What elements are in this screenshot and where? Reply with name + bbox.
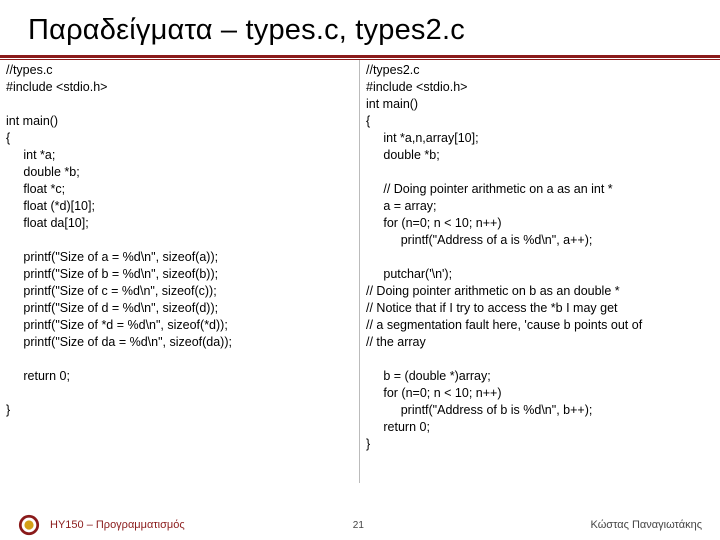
code-columns: //types.c #include <stdio.h> int main() …: [0, 60, 720, 483]
slide-title: Παραδείγματα – types.c, types2.c: [0, 0, 720, 55]
left-code-block: //types.c #include <stdio.h> int main() …: [0, 60, 360, 483]
right-code-block: //types2.c #include <stdio.h> int main()…: [360, 60, 720, 483]
title-rule-thick: [0, 55, 720, 58]
page-number: 21: [353, 520, 364, 531]
university-logo-icon: [18, 514, 40, 536]
course-label: ΗΥ150 – Προγραμματισμός: [50, 519, 185, 531]
footer: ΗΥ150 – Προγραμματισμός 21 Κώστας Παναγι…: [0, 514, 720, 536]
author-name: Κώστας Παναγιωτάκης: [591, 519, 703, 531]
